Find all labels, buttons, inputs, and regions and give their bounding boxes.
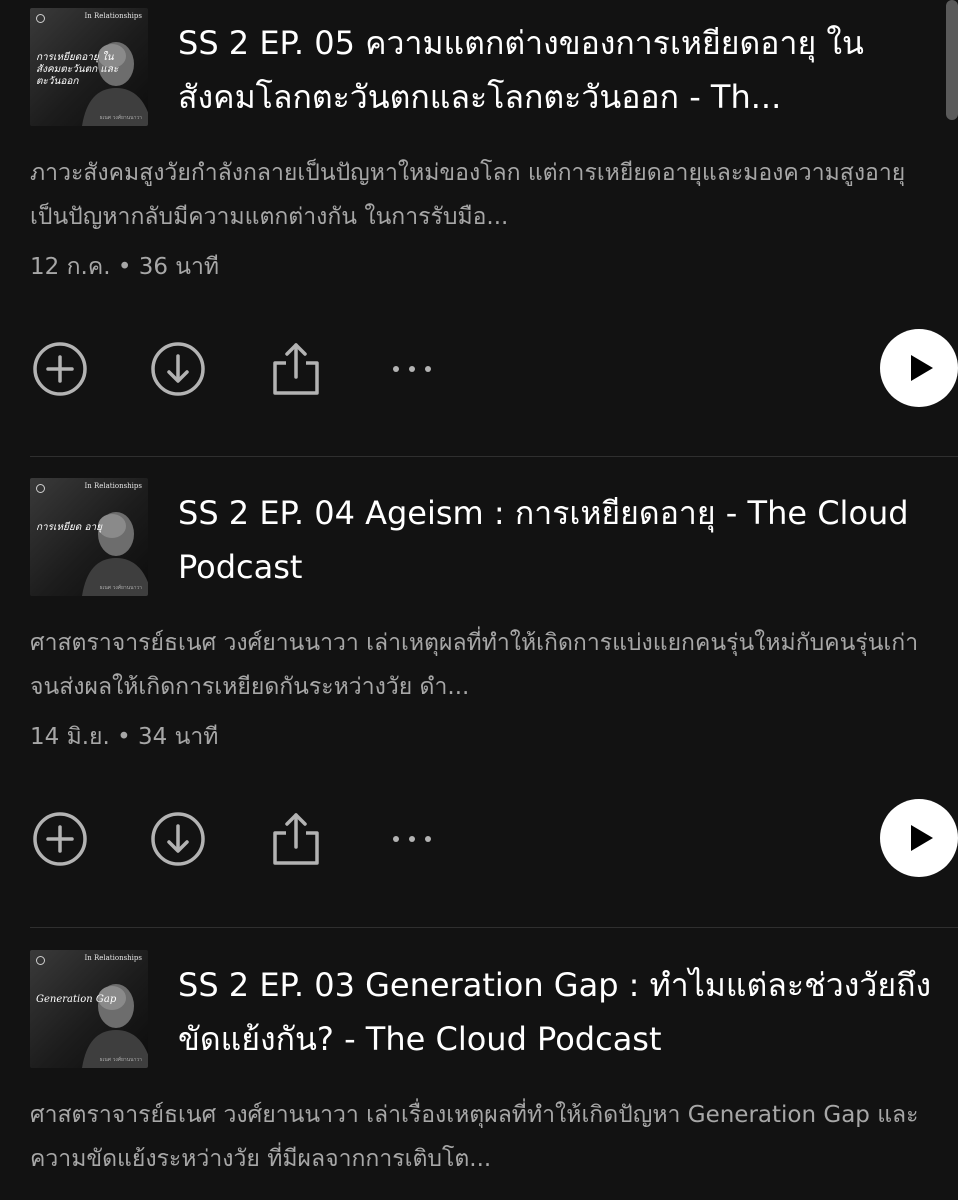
divider (30, 927, 958, 928)
divider (30, 456, 958, 457)
podcast-logo-icon (36, 14, 45, 23)
plus-circle-icon (33, 812, 87, 866)
podcast-logo-icon (36, 956, 45, 965)
episode-cover-image: In Relationships การเหยียด อายุ ธเนศ วงศ… (30, 478, 148, 596)
cover-title: การเหยียด อายุ (36, 522, 102, 533)
episode-description: ศาสตราจารย์ธเนศ วงศ์ยานนาวา เล่าเหตุผลที… (30, 630, 919, 700)
episode-item[interactable]: In Relationships การเหยียด อายุ ธเนศ วงศ… (30, 470, 958, 879)
share-button[interactable] (266, 809, 326, 869)
episode-meta: 14 มิ.ย. • 34 นาที (30, 724, 219, 750)
episode-actions (30, 329, 958, 409)
cover-series-label: In Relationships (84, 482, 142, 490)
cover-credit: ธเนศ วงศ์ยานนาวา (99, 1057, 142, 1063)
episode-title[interactable]: SS 2 EP. 05 ความแตกต่างของการเหยียดอายุ … (178, 16, 933, 124)
more-options-button[interactable] (382, 339, 442, 399)
plus-circle-icon (33, 342, 87, 396)
episode-title[interactable]: SS 2 EP. 04 Ageism : การเหยียดอายุ - The… (178, 486, 933, 594)
play-icon (911, 355, 933, 381)
cover-portrait-icon (82, 984, 148, 1068)
episode-description: ภาวะสังคมสูงวัยกำลังกลายเป็นปัญหาใหม่ของ… (30, 160, 906, 230)
cover-series-label: In Relationships (84, 12, 142, 20)
download-circle-icon (151, 342, 205, 396)
play-icon (911, 825, 933, 851)
add-to-library-button[interactable] (30, 809, 90, 869)
episode-description: ศาสตราจารย์ธเนศ วงศ์ยานนาวา เล่าเรื่องเห… (30, 1102, 919, 1172)
cover-credit: ธเนศ วงศ์ยานนาวา (99, 585, 142, 591)
episode-item[interactable]: In Relationships Generation Gap ธเนศ วงศ… (30, 942, 933, 1181)
cover-portrait-icon (82, 512, 148, 596)
cover-credit: ธเนศ วงศ์ยานนาวา (99, 115, 142, 121)
episode-cover-image: In Relationships การเหยียดอายุ ในสังคมตะ… (30, 8, 148, 126)
add-to-library-button[interactable] (30, 339, 90, 399)
download-circle-icon (151, 812, 205, 866)
podcast-logo-icon (36, 484, 45, 493)
episode-actions (30, 799, 958, 879)
cover-title: การเหยียดอายุ ในสังคมตะวันตก และตะวันออก (36, 52, 119, 87)
episode-cover-image: In Relationships Generation Gap ธเนศ วงศ… (30, 950, 148, 1068)
cover-series-label: In Relationships (84, 954, 142, 962)
more-dots-icon (393, 836, 431, 842)
share-button[interactable] (266, 339, 326, 399)
download-button[interactable] (148, 339, 208, 399)
share-icon (273, 343, 319, 395)
share-icon (273, 813, 319, 865)
cover-title: Generation Gap (36, 994, 117, 1005)
more-dots-icon (393, 366, 431, 372)
more-options-button[interactable] (382, 809, 442, 869)
download-button[interactable] (148, 809, 208, 869)
episode-item[interactable]: In Relationships การเหยียดอายุ ในสังคมตะ… (30, 0, 958, 409)
play-button[interactable] (880, 799, 958, 877)
episode-title[interactable]: SS 2 EP. 03 Generation Gap : ทำไมแต่ละช่… (178, 958, 933, 1066)
play-button[interactable] (880, 329, 958, 407)
episode-meta: 12 ก.ค. • 36 นาที (30, 254, 220, 280)
scrollbar[interactable] (946, 0, 958, 120)
